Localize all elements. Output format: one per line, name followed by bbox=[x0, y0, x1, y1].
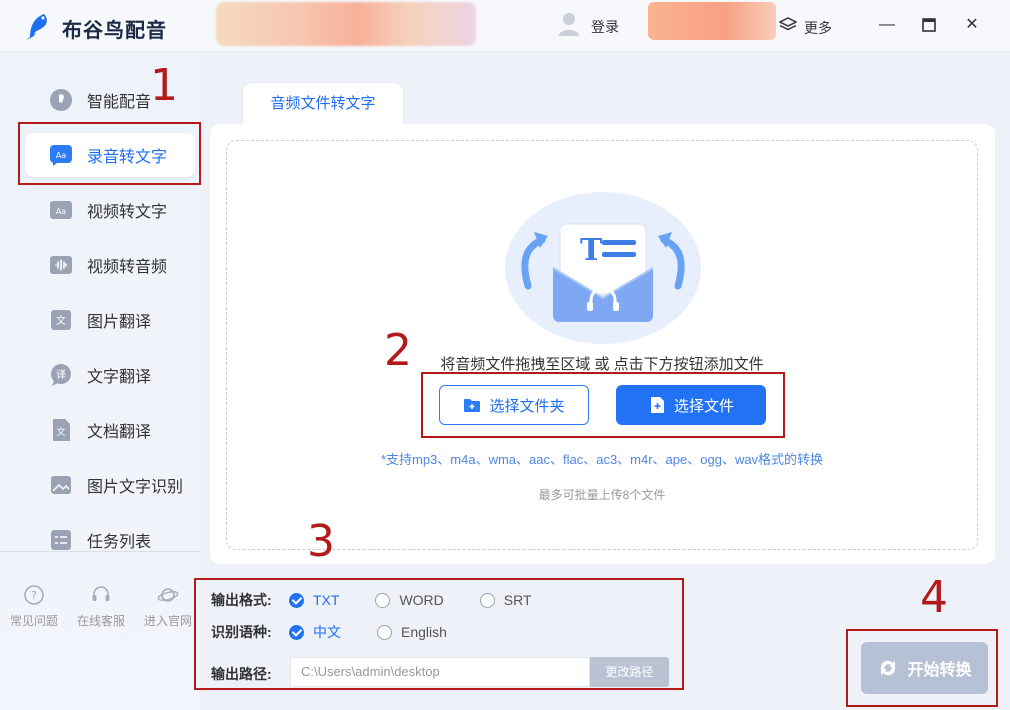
user-avatar-icon[interactable] bbox=[557, 10, 581, 38]
close-button[interactable]: ✕ bbox=[961, 14, 983, 36]
title-bar: 布谷鸟配音 登录 更多 — ✕ bbox=[0, 0, 1010, 52]
sidebar-item-label: 文档翻译 bbox=[87, 424, 152, 441]
task-list-icon bbox=[51, 530, 71, 550]
annotation-box-2 bbox=[421, 372, 785, 438]
faq-link[interactable]: ? 常见问题 bbox=[1, 584, 67, 629]
website-link[interactable]: 进入官网 bbox=[135, 584, 201, 629]
svg-text:T: T bbox=[580, 233, 603, 268]
max-files-note: 最多可批量上传8个文件 bbox=[538, 488, 666, 502]
upload-illustration-icon: T bbox=[505, 192, 701, 344]
minimize-button[interactable]: — bbox=[876, 14, 898, 36]
annotation-number-3: 3 bbox=[307, 516, 335, 567]
promo-banner[interactable] bbox=[216, 2, 476, 46]
sidebar-item-ocr[interactable]: 图片文字识别 bbox=[25, 463, 195, 507]
image-icon bbox=[51, 476, 71, 494]
translate-bubble-icon: 译 bbox=[51, 364, 71, 386]
sidebar-item-label: 任务列表 bbox=[87, 534, 152, 551]
maximize-icon bbox=[922, 18, 936, 32]
sidebar-item-label: 视频转音频 bbox=[87, 259, 168, 276]
document-translate-icon: 文 bbox=[53, 419, 70, 441]
tab-audio-file-to-text[interactable]: 音频文件转文字 bbox=[242, 82, 404, 124]
supported-formats: *支持mp3、m4a、wma、aac、flac、ac3、m4r、ape、ogg、… bbox=[380, 452, 824, 467]
online-support-label: 在线客服 bbox=[76, 614, 125, 628]
sidebar-item-doc-translate[interactable]: 文 文档翻译 bbox=[25, 408, 195, 452]
headset-icon bbox=[92, 586, 110, 601]
website-label: 进入官网 bbox=[143, 614, 192, 628]
login-link[interactable]: 登录 bbox=[591, 17, 619, 37]
sidebar-item-label: 图片文字识别 bbox=[87, 479, 184, 496]
annotation-number-1: 1 bbox=[150, 60, 178, 111]
sidebar-item-video-to-audio[interactable]: 视频转音频 bbox=[25, 243, 195, 287]
svg-text:Aa: Aa bbox=[56, 207, 66, 216]
more-menu[interactable]: 更多 bbox=[804, 18, 832, 38]
sidebar-item-text-translate[interactable]: 译 文字翻译 bbox=[25, 353, 195, 397]
svg-text:?: ? bbox=[31, 589, 37, 602]
sidebar-item-label: 视频转文字 bbox=[87, 204, 168, 221]
text-bubble-icon: Aa bbox=[50, 201, 72, 219]
image-translate-icon: 文 bbox=[51, 310, 71, 330]
annotation-box-3 bbox=[194, 578, 684, 690]
sidebar-item-image-translate[interactable]: 文 图片翻译 bbox=[25, 298, 195, 342]
planet-icon bbox=[157, 588, 179, 602]
sidebar-divider bbox=[0, 551, 200, 552]
faq-label: 常见问题 bbox=[9, 614, 58, 628]
sidebar-item-label: 文字翻译 bbox=[87, 369, 152, 386]
maximize-button[interactable] bbox=[918, 14, 940, 36]
drop-hint: 将音频文件拖拽至区域 或 点击下方按钮添加文件 bbox=[440, 356, 764, 373]
bird-logo-icon bbox=[26, 14, 47, 40]
svg-text:译: 译 bbox=[56, 369, 66, 381]
waveform-icon bbox=[50, 256, 72, 274]
annotation-number-2: 2 bbox=[384, 325, 412, 376]
sidebar-item-video-to-text[interactable]: Aa 视频转文字 bbox=[25, 188, 195, 232]
mic-icon bbox=[50, 89, 72, 111]
online-support-link[interactable]: 在线客服 bbox=[68, 584, 134, 629]
layers-icon[interactable] bbox=[779, 17, 797, 33]
sidebar-item-label: 智能配音 bbox=[87, 94, 152, 111]
question-icon: ? bbox=[24, 585, 44, 605]
app-title: 布谷鸟配音 bbox=[62, 20, 167, 42]
annotation-number-4: 4 bbox=[920, 572, 948, 623]
promo-badge[interactable] bbox=[648, 2, 776, 40]
sidebar-item-label: 图片翻译 bbox=[87, 314, 152, 331]
svg-text:文: 文 bbox=[56, 426, 65, 438]
annotation-box-4 bbox=[846, 629, 998, 707]
svg-text:文: 文 bbox=[56, 314, 66, 327]
sidebar-item-task-list[interactable]: 任务列表 bbox=[25, 518, 195, 562]
annotation-box-1 bbox=[18, 122, 201, 185]
